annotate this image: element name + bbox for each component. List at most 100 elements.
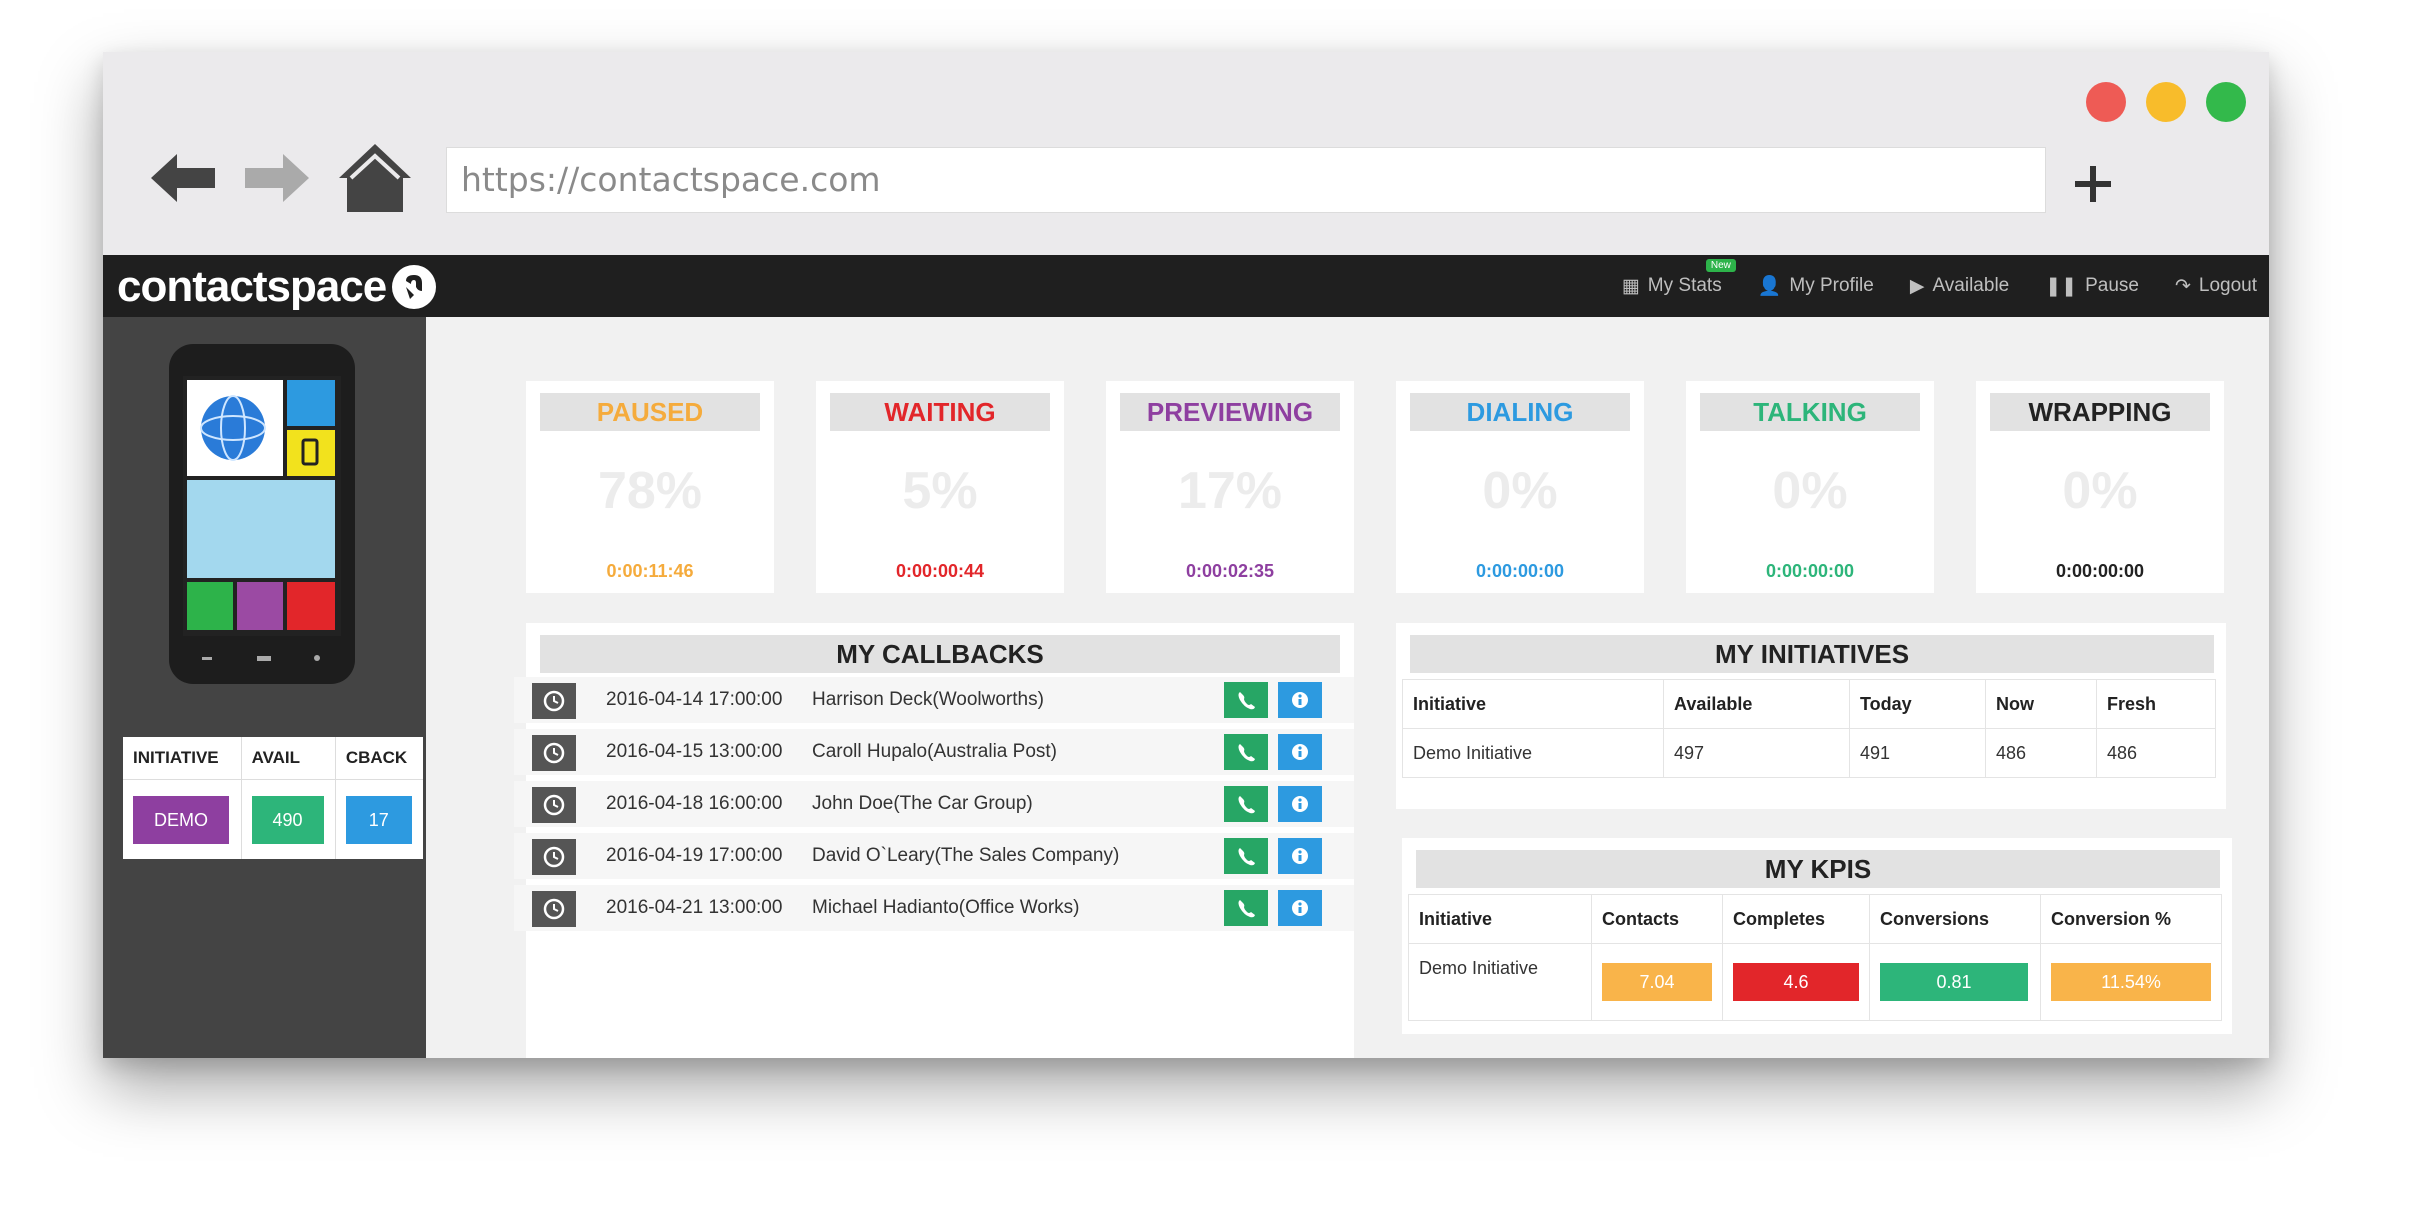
callback-row: 2016-04-21 13:00:00 Michael Hadianto(Off… [514,885,1354,931]
cell: DEMO [123,779,242,859]
status-card-wrapping: WRAPPING 0% 0:00:00:00 [1976,381,2224,593]
completes-kpi-badge: 4.6 [1733,963,1859,1001]
info-icon[interactable] [1278,682,1322,718]
callbacks-panel: MY CALLBACKS 2016-04-14 17:00:00 Harriso… [514,623,1354,1058]
new-tab-plus-icon[interactable] [2073,164,2113,204]
status-label: PREVIEWING [1120,393,1340,431]
browser-window: https://contactspace.com contactspace ▦ … [103,52,2269,1058]
stats-icon: ▦ [1621,275,1640,297]
browser-chrome: https://contactspace.com [103,52,2269,255]
nav-logout[interactable]: ↷ Logout [2175,275,2257,298]
col-header: Initiative [1402,679,1664,729]
cell: 490 [241,779,336,859]
status-card-dialing: DIALING 0% 0:00:00:00 [1396,381,1644,593]
col-header: AVAIL [241,737,336,780]
status-time: 0:00:00:00 [1765,561,1855,581]
callback-datetime: 2016-04-19 17:00:00 [606,845,783,866]
close-window-button[interactable] [2086,82,2126,122]
info-icon[interactable] [1278,890,1322,926]
minimize-window-button[interactable] [2146,82,2186,122]
callback-datetime: 2016-04-21 13:00:00 [606,897,783,918]
callback-contact-name: John Doe(The Car Group) [812,793,1033,814]
cell-initiative: Demo Initiative [1408,943,1592,1021]
status-card-talking: TALKING 0% 0:00:00:00 [1686,381,1934,593]
table-row: Demo Initiative 7.04 4.6 0.81 11.54% [1408,943,2222,1021]
cell: 7.04 [1591,943,1723,1021]
phone-call-icon[interactable] [1224,682,1268,718]
conversion-pct-kpi-badge: 11.54% [2051,963,2211,1001]
phone-call-icon[interactable] [1224,734,1268,770]
status-percent: 17% [1177,462,1283,520]
cell-initiative: Demo Initiative [1402,728,1664,778]
status-time: 0:00:00:00 [2055,561,2145,581]
status-label: WRAPPING [1990,393,2210,431]
status-card-paused: PAUSED 78% 0:00:11:46 [526,381,774,593]
nav-available[interactable]: ▶ Available [1910,275,2009,298]
cell: 11.54% [2040,943,2222,1021]
avail-count-badge[interactable]: 490 [251,795,324,844]
forward-arrow-icon[interactable] [237,138,317,218]
nav-pause[interactable]: ❚❚ Pause [2045,275,2139,298]
info-icon[interactable] [1278,838,1322,874]
contactspace-logo: contactspace [117,262,437,311]
callback-datetime: 2016-04-15 13:00:00 [606,741,783,762]
nav-label: My Stats [1647,275,1722,296]
cell: 0.81 [1869,943,2041,1021]
app-top-bar: contactspace ▦ My Stats New 👤 My Profile… [103,255,2269,317]
cell-today: 491 [1849,728,1986,778]
status-label: PAUSED [540,393,760,431]
status-percent: 78% [597,462,703,520]
maximize-window-button[interactable] [2206,82,2246,122]
callback-row: 2016-04-19 17:00:00 David O`Leary(The Sa… [514,833,1354,879]
col-header: Today [1849,679,1986,729]
info-icon[interactable] [1278,786,1322,822]
clock-icon[interactable] [532,735,576,771]
col-header: Fresh [2096,679,2216,729]
panel-title: MY CALLBACKS [540,635,1340,673]
status-label: TALKING [1700,393,1920,431]
phone-call-icon[interactable] [1224,786,1268,822]
callback-count-badge[interactable]: 17 [345,795,412,844]
address-bar[interactable]: https://contactspace.com [446,147,2046,213]
col-header: Now [1985,679,2097,729]
user-icon: 👤 [1757,276,1782,297]
top-nav: ▦ My Stats New 👤 My Profile ▶ Available … [1622,255,2257,317]
clock-icon[interactable] [532,839,576,875]
sidebar: INITIATIVE AVAIL CBACK DEMO 490 17 [103,317,426,1058]
callback-contact-name: Michael Hadianto(Office Works) [812,897,1080,918]
callback-row: 2016-04-15 13:00:00 Caroll Hupalo(Austra… [514,729,1354,775]
callback-row: 2016-04-18 16:00:00 John Doe(The Car Gro… [514,781,1354,827]
demo-initiative-badge[interactable]: DEMO [133,795,229,844]
status-percent: 5% [902,462,978,520]
nav-label: Available [1932,275,2010,296]
pause-icon: ❚❚ [2045,275,2078,297]
status-label: DIALING [1410,393,1630,431]
initiatives-table: Initiative Available Today Now Fresh Dem… [1402,679,2216,778]
phone-call-icon[interactable] [1224,838,1268,874]
status-time: 0:00:00:44 [895,561,985,581]
play-icon: ▶ [1909,275,1925,297]
home-icon[interactable] [335,138,415,218]
status-percent: 0% [1772,462,1848,520]
logo-text: contactspace [117,262,387,311]
nav-my-profile[interactable]: 👤 My Profile [1758,274,1874,298]
panel-title: MY INITIATIVES [1410,635,2214,673]
info-icon[interactable] [1278,734,1322,770]
callback-row: 2016-04-14 17:00:00 Harrison Deck(Woolwo… [514,677,1354,723]
callback-contact-name: Harrison Deck(Woolworths) [812,689,1044,710]
table-row: Demo Initiative 497 491 486 486 [1402,728,2216,778]
nav-label: My Profile [1789,275,1874,296]
status-card-waiting: WAITING 5% 0:00:00:44 [816,381,1064,593]
clock-icon[interactable] [532,787,576,823]
initiative-summary-table: INITIATIVE AVAIL CBACK DEMO 490 17 [123,737,423,859]
nav-my-stats[interactable]: ▦ My Stats New [1621,258,1736,298]
clock-icon[interactable] [532,891,576,927]
phone-call-icon[interactable] [1224,890,1268,926]
back-arrow-icon[interactable] [143,138,223,218]
status-time: 0:00:11:46 [606,561,694,581]
phone-illustration-icon [169,344,355,684]
status-card-previewing: PREVIEWING 17% 0:00:02:35 [1106,381,1354,593]
clock-icon[interactable] [532,683,576,719]
kpis-panel: MY KPIS Initiative Contacts Completes Co… [1402,838,2232,1034]
nav-label: Logout [2198,275,2257,296]
